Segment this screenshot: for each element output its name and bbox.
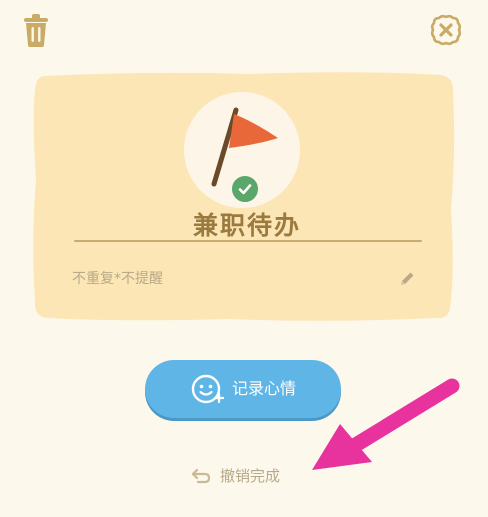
completed-badge [229,173,261,205]
undo-arrow-icon [191,468,211,484]
undo-complete-label: 撤销完成 [220,467,281,485]
pencil-icon [401,272,414,285]
undo-complete-button[interactable]: 撤销完成 [190,464,280,488]
check-icon [238,184,252,195]
record-mood-button[interactable]: 记录心情 [145,360,341,418]
task-title[interactable]: 兼职待办 [74,210,420,242]
delete-button[interactable] [16,10,56,50]
title-underline [74,240,422,242]
close-button[interactable] [426,10,466,50]
close-circle-icon [430,14,462,46]
edit-button[interactable] [396,268,418,290]
record-mood-label: 记录心情 [231,379,296,398]
repeat-reminder-text[interactable]: 不重复*不提醒 [72,270,163,288]
trash-icon [24,14,48,47]
smiley-icon [190,372,224,406]
